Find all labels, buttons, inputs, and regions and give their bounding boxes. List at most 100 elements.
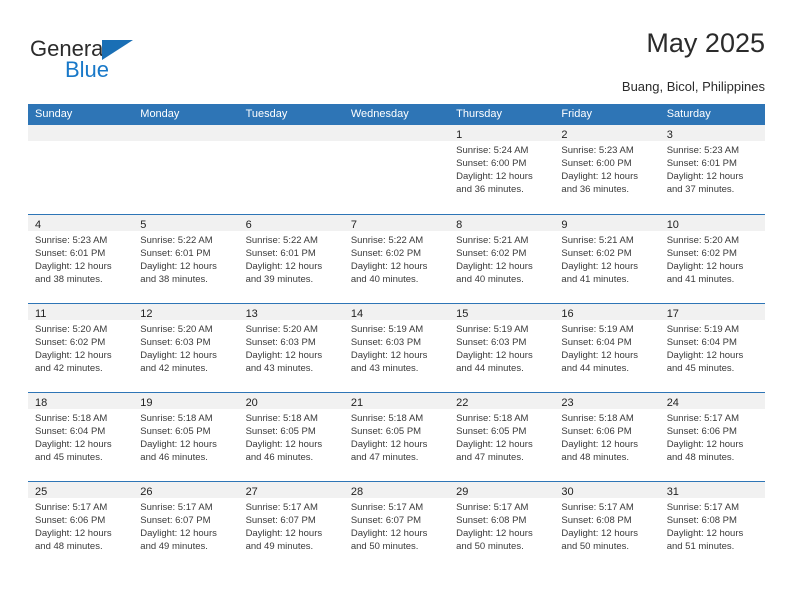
day-details: Sunrise: 5:18 AM Sunset: 6:05 PM Daylight:… xyxy=(344,409,449,464)
day-detail-line: and 43 minutes. xyxy=(245,363,314,374)
day-number: 5 xyxy=(140,219,147,231)
day-detail-line: Sunset: 6:07 PM xyxy=(245,515,316,526)
day-details: Sunrise: 5:20 AM Sunset: 6:02 PM Daylight:… xyxy=(28,320,133,375)
day-detail-line: Sunrise: 5:17 AM xyxy=(35,502,108,513)
day-cell[interactable]: 3 Sunrise: 5:23 AM Sunset: 6:01 PM Daylight… xyxy=(659,125,765,214)
day-cell[interactable]: 14 Sunrise: 5:19 AM Sunset: 6:03 PM Dayligh… xyxy=(343,304,450,392)
day-number-band: 19 xyxy=(133,393,239,409)
day-detail-line: and 45 minutes. xyxy=(35,452,103,463)
brand-logo[interactable]: General Blue xyxy=(30,36,210,92)
day-detail-line: Sunset: 6:02 PM xyxy=(35,337,106,348)
day-cell[interactable]: 29 Sunrise: 5:17 AM Sunset: 6:08 PM Dayligh… xyxy=(449,482,555,570)
day-cell[interactable]: 26 Sunrise: 5:17 AM Sunset: 6:07 PM Dayligh… xyxy=(133,482,239,570)
day-detail-line: Sunset: 6:04 PM xyxy=(561,337,632,348)
day-cell[interactable]: 9 Sunrise: 5:21 AM Sunset: 6:02 PM Daylight… xyxy=(554,215,660,303)
day-number-band: 12 xyxy=(133,304,239,320)
day-detail-line: Sunrise: 5:21 AM xyxy=(456,235,529,246)
day-details: Sunrise: 5:17 AM Sunset: 6:07 PM Daylight:… xyxy=(344,498,449,553)
day-number-band: 28 xyxy=(343,482,450,498)
day-cell[interactable]: 1 Sunrise: 5:24 AM Sunset: 6:00 PM Daylight… xyxy=(449,125,555,214)
day-cell[interactable]: 19 Sunrise: 5:18 AM Sunset: 6:05 PM Dayligh… xyxy=(133,393,239,481)
page-title: May 2025 xyxy=(646,28,765,58)
day-detail-line: Daylight: 12 hours xyxy=(350,261,428,272)
day-detail-line: Daylight: 12 hours xyxy=(140,261,217,272)
day-detail-line: and 36 minutes. xyxy=(561,184,630,195)
day-detail-line: Daylight: 12 hours xyxy=(456,261,533,272)
day-cell[interactable]: 27 Sunrise: 5:17 AM Sunset: 6:07 PM Dayligh… xyxy=(238,482,344,570)
day-detail-line: Sunset: 6:04 PM xyxy=(666,337,737,348)
day-cell[interactable]: 13 Sunrise: 5:20 AM Sunset: 6:03 PM Dayligh… xyxy=(238,304,344,392)
day-cell[interactable]: 10 Sunrise: 5:20 AM Sunset: 6:02 PM Dayligh… xyxy=(659,215,765,303)
day-cell[interactable]: 17 Sunrise: 5:19 AM Sunset: 6:04 PM Dayligh… xyxy=(659,304,765,392)
day-number-band: 11 xyxy=(28,304,134,320)
day-cell[interactable]: 7 Sunrise: 5:22 AM Sunset: 6:02 PM Daylight… xyxy=(343,215,450,303)
day-detail-line: Sunset: 6:01 PM xyxy=(666,158,737,169)
day-detail-line: Sunrise: 5:18 AM xyxy=(140,413,213,424)
day-cell[interactable]: 25 Sunrise: 5:17 AM Sunset: 6:06 PM Dayligh… xyxy=(28,482,134,570)
day-detail-line: Daylight: 12 hours xyxy=(456,439,533,450)
day-detail-line: Sunrise: 5:20 AM xyxy=(35,324,108,335)
day-detail-line: Sunset: 6:06 PM xyxy=(666,426,737,437)
day-detail-line: Daylight: 12 hours xyxy=(245,261,323,272)
day-number-band: 29 xyxy=(449,482,555,498)
day-detail-line: and 38 minutes. xyxy=(35,274,103,285)
day-detail-line: Sunset: 6:06 PM xyxy=(35,515,106,526)
day-details: Sunrise: 5:23 AM Sunset: 6:00 PM Daylight:… xyxy=(554,141,659,196)
day-number: 6 xyxy=(245,219,252,231)
day-cell[interactable]: 6 Sunrise: 5:22 AM Sunset: 6:01 PM Daylight… xyxy=(238,215,344,303)
day-number: 30 xyxy=(561,486,574,498)
day-number: 20 xyxy=(245,397,258,409)
day-detail-line: Daylight: 12 hours xyxy=(140,439,217,450)
day-detail-line: Sunset: 6:08 PM xyxy=(666,515,737,526)
day-detail-line: Daylight: 12 hours xyxy=(666,439,744,450)
page-header: General Blue May 2025 Buang, Bicol, Phil… xyxy=(28,28,765,98)
day-number-band: 13 xyxy=(238,304,344,320)
day-cell[interactable]: 4 Sunrise: 5:23 AM Sunset: 6:01 PM Daylight… xyxy=(28,215,134,303)
day-cell[interactable]: 2 Sunrise: 5:23 AM Sunset: 6:00 PM Daylight… xyxy=(554,125,660,214)
day-detail-line: and 49 minutes. xyxy=(245,541,314,552)
day-detail-line: and 46 minutes. xyxy=(245,452,314,463)
calendar-page: General Blue May 2025 Buang, Bicol, Phil… xyxy=(0,0,792,612)
day-number: 31 xyxy=(666,486,679,498)
day-cell[interactable]: 22 Sunrise: 5:18 AM Sunset: 6:05 PM Dayligh… xyxy=(449,393,555,481)
month-calendar: Sunday Monday Tuesday Wednesday Thursday… xyxy=(28,104,765,570)
day-cell[interactable]: 12 Sunrise: 5:20 AM Sunset: 6:03 PM Dayligh… xyxy=(133,304,239,392)
day-cell[interactable]: 20 Sunrise: 5:18 AM Sunset: 6:05 PM Dayligh… xyxy=(238,393,344,481)
day-cell[interactable]: 16 Sunrise: 5:19 AM Sunset: 6:04 PM Dayligh… xyxy=(554,304,660,392)
day-number-band xyxy=(133,125,239,141)
day-detail-line: Daylight: 12 hours xyxy=(666,261,744,272)
day-detail-line: Daylight: 12 hours xyxy=(35,350,112,361)
day-detail-line: Sunrise: 5:17 AM xyxy=(666,413,740,424)
day-cell[interactable]: 5 Sunrise: 5:22 AM Sunset: 6:01 PM Daylight… xyxy=(133,215,239,303)
day-number-band: 30 xyxy=(554,482,660,498)
day-number: 7 xyxy=(350,219,357,231)
day-number: 13 xyxy=(245,308,258,320)
day-cell[interactable]: 15 Sunrise: 5:19 AM Sunset: 6:03 PM Dayligh… xyxy=(449,304,555,392)
day-cell[interactable]: 28 Sunrise: 5:17 AM Sunset: 6:07 PM Dayligh… xyxy=(343,482,450,570)
day-cell[interactable]: 30 Sunrise: 5:17 AM Sunset: 6:08 PM Dayligh… xyxy=(554,482,660,570)
day-detail-line: Sunset: 6:08 PM xyxy=(456,515,527,526)
day-cell[interactable]: 8 Sunrise: 5:21 AM Sunset: 6:02 PM Daylight… xyxy=(449,215,555,303)
day-detail-line: and 47 minutes. xyxy=(350,452,419,463)
day-details: Sunrise: 5:18 AM Sunset: 6:05 PM Daylight:… xyxy=(133,409,238,464)
day-detail-line: Sunset: 6:05 PM xyxy=(245,426,316,437)
day-detail-line: Sunrise: 5:18 AM xyxy=(245,413,318,424)
day-cell[interactable]: 23 Sunrise: 5:18 AM Sunset: 6:06 PM Dayligh… xyxy=(554,393,660,481)
day-cell[interactable]: 31 Sunrise: 5:17 AM Sunset: 6:08 PM Dayligh… xyxy=(659,482,765,570)
day-detail-line: Sunset: 6:02 PM xyxy=(350,248,422,259)
day-cell[interactable]: 11 Sunrise: 5:20 AM Sunset: 6:02 PM Dayligh… xyxy=(28,304,134,392)
day-detail-line: and 41 minutes. xyxy=(666,274,735,285)
day-detail-line: and 37 minutes. xyxy=(666,184,735,195)
day-detail-line: and 44 minutes. xyxy=(561,363,630,374)
day-number: 14 xyxy=(350,308,364,320)
day-cell[interactable]: 24 Sunrise: 5:17 AM Sunset: 6:06 PM Dayligh… xyxy=(659,393,765,481)
day-cell[interactable]: 18 Sunrise: 5:18 AM Sunset: 6:04 PM Dayligh… xyxy=(28,393,134,481)
day-number-band: 7 xyxy=(343,215,450,231)
day-details: Sunrise: 5:19 AM Sunset: 6:04 PM Daylight:… xyxy=(660,320,765,375)
day-number-band: 9 xyxy=(554,215,660,231)
day-detail-line: Daylight: 12 hours xyxy=(35,261,112,272)
day-cell[interactable]: 21 Sunrise: 5:18 AM Sunset: 6:05 PM Dayligh… xyxy=(343,393,450,481)
day-number: 17 xyxy=(666,308,679,320)
day-detail-line: Sunset: 6:03 PM xyxy=(245,337,316,348)
day-number-band: 25 xyxy=(28,482,134,498)
